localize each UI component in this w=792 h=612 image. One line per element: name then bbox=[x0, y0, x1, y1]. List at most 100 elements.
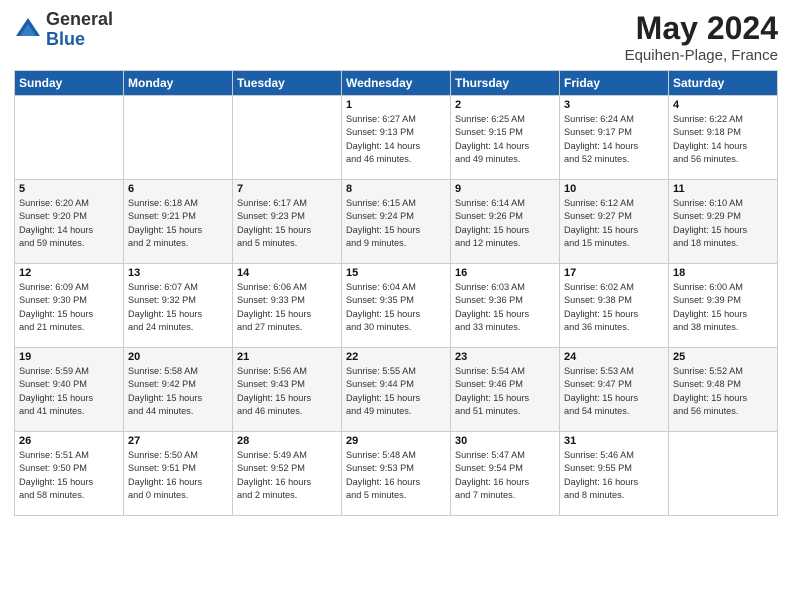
table-row bbox=[669, 432, 778, 516]
day-number: 21 bbox=[237, 351, 337, 363]
main-title: May 2024 bbox=[625, 10, 778, 47]
day-number: 11 bbox=[673, 183, 773, 195]
day-info: Sunrise: 6:20 AM Sunset: 9:20 PM Dayligh… bbox=[19, 197, 119, 250]
table-row: 15 Sunrise: 6:04 AM Sunset: 9:35 PM Dayli… bbox=[342, 264, 451, 348]
calendar-week-row: 19Sunrise: 5:59 AM Sunset: 9:40 PM Dayli… bbox=[15, 348, 778, 432]
day-number: 28 bbox=[237, 435, 337, 447]
calendar-week-row: 1 Sunrise: 6:27 AM Sunset: 9:13 PM Daylig… bbox=[15, 96, 778, 180]
table-row: 10 Sunrise: 6:12 AM Sunset: 9:27 PM Dayli… bbox=[560, 180, 669, 264]
table-row: 14Sunrise: 6:06 AM Sunset: 9:33 PM Dayli… bbox=[233, 264, 342, 348]
header-tuesday: Tuesday bbox=[233, 71, 342, 96]
day-info: Sunrise: 6:03 AM Sunset: 9:36 PM Dayligh… bbox=[455, 281, 555, 334]
header-saturday: Saturday bbox=[669, 71, 778, 96]
day-info: Sunrise: 5:51 AM Sunset: 9:50 PM Dayligh… bbox=[19, 449, 119, 502]
day-number: 15 bbox=[346, 267, 446, 279]
day-info: Sunrise: 5:50 AM Sunset: 9:51 PM Dayligh… bbox=[128, 449, 228, 502]
day-number: 16 bbox=[455, 267, 555, 279]
day-number: 7 bbox=[237, 183, 337, 195]
header-friday: Friday bbox=[560, 71, 669, 96]
table-row bbox=[233, 96, 342, 180]
logo-text: General Blue bbox=[46, 10, 113, 50]
day-info: Sunrise: 6:07 AM Sunset: 9:32 PM Dayligh… bbox=[128, 281, 228, 334]
day-info: Sunrise: 6:10 AM Sunset: 9:29 PM Dayligh… bbox=[673, 197, 773, 250]
day-info: Sunrise: 5:56 AM Sunset: 9:43 PM Dayligh… bbox=[237, 365, 337, 418]
table-row: 25 Sunrise: 5:52 AM Sunset: 9:48 PM Dayli… bbox=[669, 348, 778, 432]
day-number: 25 bbox=[673, 351, 773, 363]
day-number: 4 bbox=[673, 99, 773, 111]
day-number: 13 bbox=[128, 267, 228, 279]
table-row bbox=[124, 96, 233, 180]
table-row: 9 Sunrise: 6:14 AM Sunset: 9:26 PM Daylig… bbox=[451, 180, 560, 264]
table-row: 13 Sunrise: 6:07 AM Sunset: 9:32 PM Dayli… bbox=[124, 264, 233, 348]
header-monday: Monday bbox=[124, 71, 233, 96]
table-row: 20Sunrise: 5:58 AM Sunset: 9:42 PM Dayli… bbox=[124, 348, 233, 432]
day-info: Sunrise: 5:47 AM Sunset: 9:54 PM Dayligh… bbox=[455, 449, 555, 502]
title-block: May 2024 Equihen-Plage, France bbox=[625, 10, 778, 64]
table-row: 7Sunrise: 6:17 AM Sunset: 9:23 PM Daylig… bbox=[233, 180, 342, 264]
table-row: 5 Sunrise: 6:20 AM Sunset: 9:20 PM Daylig… bbox=[15, 180, 124, 264]
table-row: 16 Sunrise: 6:03 AM Sunset: 9:36 PM Dayli… bbox=[451, 264, 560, 348]
day-number: 10 bbox=[564, 183, 664, 195]
weekday-header-row: Sunday Monday Tuesday Wednesday Thursday… bbox=[15, 71, 778, 96]
header-sunday: Sunday bbox=[15, 71, 124, 96]
day-info: Sunrise: 6:27 AM Sunset: 9:13 PM Dayligh… bbox=[346, 113, 446, 166]
subtitle: Equihen-Plage, France bbox=[625, 47, 778, 64]
day-info: Sunrise: 6:02 AM Sunset: 9:38 PM Dayligh… bbox=[564, 281, 664, 334]
table-row: 21 Sunrise: 5:56 AM Sunset: 9:43 PM Dayli… bbox=[233, 348, 342, 432]
day-info: Sunrise: 5:53 AM Sunset: 9:47 PM Dayligh… bbox=[564, 365, 664, 418]
table-row: 26Sunrise: 5:51 AM Sunset: 9:50 PM Dayli… bbox=[15, 432, 124, 516]
calendar-week-row: 5 Sunrise: 6:20 AM Sunset: 9:20 PM Daylig… bbox=[15, 180, 778, 264]
table-row: 30 Sunrise: 5:47 AM Sunset: 9:54 PM Dayli… bbox=[451, 432, 560, 516]
day-number: 5 bbox=[19, 183, 119, 195]
day-info: Sunrise: 5:46 AM Sunset: 9:55 PM Dayligh… bbox=[564, 449, 664, 502]
header-wednesday: Wednesday bbox=[342, 71, 451, 96]
day-number: 31 bbox=[564, 435, 664, 447]
calendar: Sunday Monday Tuesday Wednesday Thursday… bbox=[14, 70, 778, 516]
table-row: 2Sunrise: 6:25 AM Sunset: 9:15 PM Daylig… bbox=[451, 96, 560, 180]
day-info: Sunrise: 5:55 AM Sunset: 9:44 PM Dayligh… bbox=[346, 365, 446, 418]
header: General Blue May 2024 Equihen-Plage, Fra… bbox=[14, 10, 778, 64]
logo: General Blue bbox=[14, 10, 113, 50]
table-row: 28Sunrise: 5:49 AM Sunset: 9:52 PM Dayli… bbox=[233, 432, 342, 516]
day-number: 19 bbox=[19, 351, 119, 363]
day-info: Sunrise: 5:54 AM Sunset: 9:46 PM Dayligh… bbox=[455, 365, 555, 418]
day-number: 2 bbox=[455, 99, 555, 111]
calendar-week-row: 26Sunrise: 5:51 AM Sunset: 9:50 PM Dayli… bbox=[15, 432, 778, 516]
day-number: 27 bbox=[128, 435, 228, 447]
day-info: Sunrise: 6:22 AM Sunset: 9:18 PM Dayligh… bbox=[673, 113, 773, 166]
table-row: 6 Sunrise: 6:18 AM Sunset: 9:21 PM Daylig… bbox=[124, 180, 233, 264]
logo-icon bbox=[14, 16, 42, 44]
day-number: 1 bbox=[346, 99, 446, 111]
day-number: 30 bbox=[455, 435, 555, 447]
table-row: 8 Sunrise: 6:15 AM Sunset: 9:24 PM Daylig… bbox=[342, 180, 451, 264]
header-thursday: Thursday bbox=[451, 71, 560, 96]
table-row bbox=[15, 96, 124, 180]
logo-general: General bbox=[46, 10, 113, 30]
day-info: Sunrise: 6:12 AM Sunset: 9:27 PM Dayligh… bbox=[564, 197, 664, 250]
day-number: 12 bbox=[19, 267, 119, 279]
day-info: Sunrise: 6:24 AM Sunset: 9:17 PM Dayligh… bbox=[564, 113, 664, 166]
day-number: 22 bbox=[346, 351, 446, 363]
table-row: 12Sunrise: 6:09 AM Sunset: 9:30 PM Dayli… bbox=[15, 264, 124, 348]
table-row: 4 Sunrise: 6:22 AM Sunset: 9:18 PM Daylig… bbox=[669, 96, 778, 180]
table-row: 27 Sunrise: 5:50 AM Sunset: 9:51 PM Dayli… bbox=[124, 432, 233, 516]
table-row: 22 Sunrise: 5:55 AM Sunset: 9:44 PM Dayli… bbox=[342, 348, 451, 432]
day-number: 24 bbox=[564, 351, 664, 363]
day-number: 8 bbox=[346, 183, 446, 195]
day-number: 18 bbox=[673, 267, 773, 279]
table-row: 23Sunrise: 5:54 AM Sunset: 9:46 PM Dayli… bbox=[451, 348, 560, 432]
day-number: 14 bbox=[237, 267, 337, 279]
day-info: Sunrise: 6:15 AM Sunset: 9:24 PM Dayligh… bbox=[346, 197, 446, 250]
table-row: 17Sunrise: 6:02 AM Sunset: 9:38 PM Dayli… bbox=[560, 264, 669, 348]
table-row: 31 Sunrise: 5:46 AM Sunset: 9:55 PM Dayli… bbox=[560, 432, 669, 516]
day-number: 9 bbox=[455, 183, 555, 195]
day-number: 6 bbox=[128, 183, 228, 195]
day-info: Sunrise: 6:18 AM Sunset: 9:21 PM Dayligh… bbox=[128, 197, 228, 250]
day-info: Sunrise: 6:14 AM Sunset: 9:26 PM Dayligh… bbox=[455, 197, 555, 250]
day-info: Sunrise: 5:52 AM Sunset: 9:48 PM Dayligh… bbox=[673, 365, 773, 418]
day-info: Sunrise: 6:04 AM Sunset: 9:35 PM Dayligh… bbox=[346, 281, 446, 334]
logo-blue: Blue bbox=[46, 30, 113, 50]
table-row: 3Sunrise: 6:24 AM Sunset: 9:17 PM Daylig… bbox=[560, 96, 669, 180]
day-info: Sunrise: 5:58 AM Sunset: 9:42 PM Dayligh… bbox=[128, 365, 228, 418]
table-row: 29Sunrise: 5:48 AM Sunset: 9:53 PM Dayli… bbox=[342, 432, 451, 516]
